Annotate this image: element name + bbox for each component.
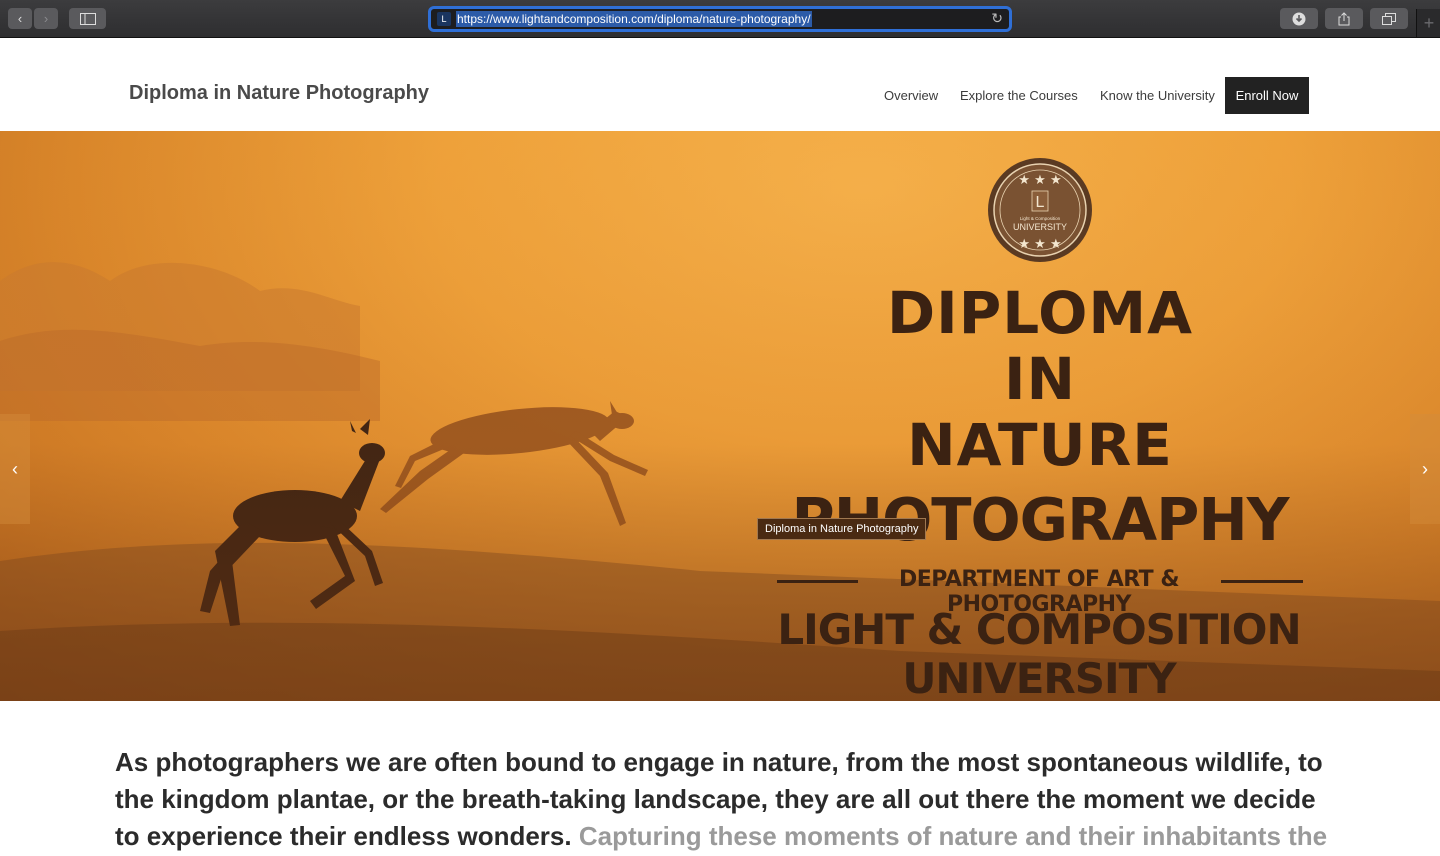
nav-explore-courses[interactable]: Explore the Courses: [960, 88, 1078, 103]
chevron-left-icon: ‹: [12, 458, 18, 479]
sidebar-icon: [79, 12, 96, 25]
tabs-overview-button[interactable]: [1370, 8, 1408, 29]
tabs-icon: [1382, 12, 1396, 25]
forward-button[interactable]: ›: [34, 8, 58, 29]
seal-small-text: Light & Composition: [1020, 216, 1061, 221]
url-text[interactable]: https://www.lightandcomposition.com/dipl…: [456, 11, 812, 27]
back-button[interactable]: ‹: [8, 8, 32, 29]
slider-prev-button[interactable]: ‹: [0, 414, 30, 524]
site-header: Diploma in Nature Photography Overview E…: [0, 38, 1440, 131]
download-icon: [1292, 12, 1306, 25]
share-icon: [1338, 11, 1350, 25]
hero-title-line-1: DIPLOMA: [886, 279, 1194, 347]
svg-text:★ ★ ★: ★ ★ ★: [1018, 173, 1061, 188]
new-tab-button[interactable]: +: [1416, 9, 1440, 37]
divider-right: [1221, 580, 1303, 583]
nav-know-university[interactable]: Know the University: [1100, 88, 1215, 103]
nav-overview[interactable]: Overview: [884, 88, 938, 103]
chevron-right-icon: ›: [1422, 458, 1428, 479]
chevron-left-icon: ‹: [17, 11, 23, 26]
downloads-button[interactable]: [1280, 8, 1318, 29]
slider-next-button[interactable]: ›: [1410, 414, 1440, 524]
enroll-now-button[interactable]: Enroll Now: [1225, 77, 1309, 114]
university-text: LIGHT & COMPOSITION UNIVERSITY: [777, 605, 1301, 701]
address-bar[interactable]: L https://www.lightandcomposition.com/di…: [428, 6, 1012, 32]
divider-left: [777, 580, 858, 583]
seal-name: UNIVERSITY: [1013, 222, 1067, 232]
university-seal-logo: ★ ★ ★ L Light & Composition UNIVERSITY ★…: [988, 158, 1092, 262]
intro-paragraph: As photographers we are often bound to e…: [115, 744, 1345, 855]
seal-letter: L: [1036, 194, 1045, 211]
sidebar-toggle-button[interactable]: [69, 8, 106, 29]
svg-text:★ ★ ★: ★ ★ ★: [1018, 237, 1061, 252]
hero-title-line-3: NATURE: [907, 411, 1173, 479]
intro-muted-text: Capturing these moments of nature and th…: [578, 821, 1328, 851]
browser-toolbar: ‹ › L https://www.lightandcomposition.co…: [0, 0, 1440, 38]
site-favicon: L: [437, 12, 451, 26]
reload-icon[interactable]: ↻: [991, 10, 1003, 27]
site-title[interactable]: Diploma in Nature Photography: [129, 82, 429, 105]
share-button[interactable]: [1325, 8, 1363, 29]
image-tooltip: Diploma in Nature Photography: [757, 518, 927, 540]
hero-banner: ‹ › ★ ★ ★ L Light & Composition UNIVERSI…: [0, 131, 1440, 701]
hero-title-line-2: IN: [1003, 345, 1077, 413]
chevron-right-icon: ›: [43, 11, 49, 26]
